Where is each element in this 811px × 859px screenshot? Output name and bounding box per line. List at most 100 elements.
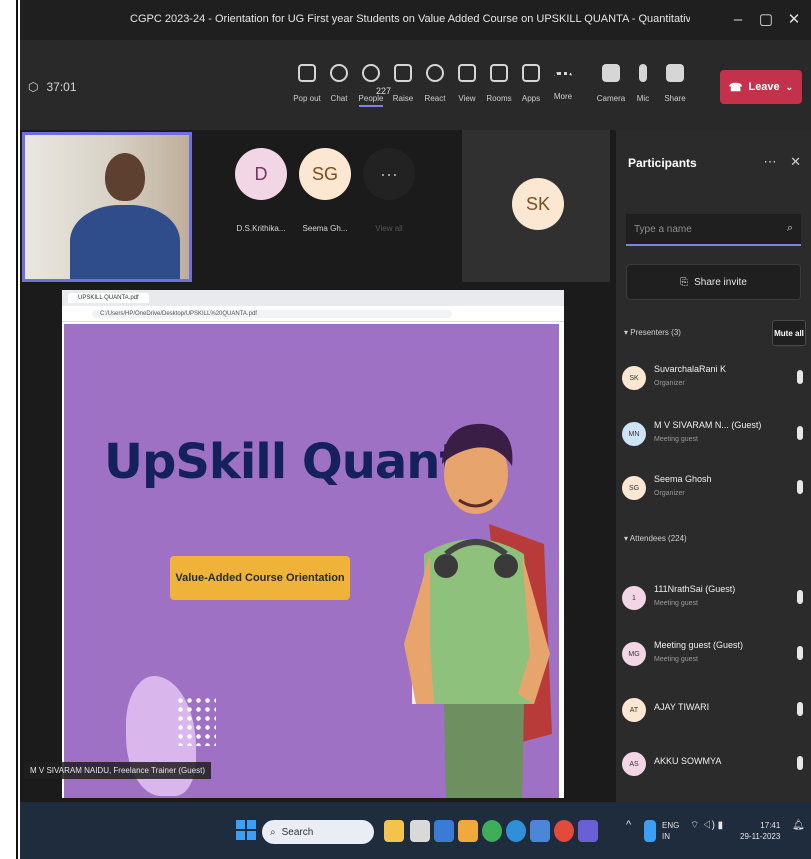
teams-icon[interactable] bbox=[578, 820, 598, 842]
search-icon: ⌕ bbox=[786, 222, 793, 234]
folder-icon[interactable] bbox=[458, 820, 478, 842]
apps-button[interactable]: Apps bbox=[514, 64, 548, 106]
share-invite-label: Share invite bbox=[694, 276, 747, 288]
avatar-initials: SK bbox=[525, 193, 550, 214]
tray-chevron-icon[interactable]: ^ bbox=[626, 820, 631, 831]
chat-icon bbox=[330, 64, 348, 82]
participants-panel: Participants ⋯ ✕ Type a name ⌕ ⎘ Share i… bbox=[616, 130, 811, 802]
avatar-initials: AT bbox=[629, 706, 639, 714]
task-view-icon[interactable] bbox=[410, 820, 430, 842]
chat-button[interactable]: Chat bbox=[322, 64, 356, 106]
mute-all-button[interactable]: Mute all bbox=[772, 320, 806, 346]
view-button[interactable]: View bbox=[450, 64, 484, 106]
teams-meeting-window: CGPC 2023-24 - Orientation for UG First … bbox=[20, 0, 811, 859]
maximize-button[interactable]: ▢ bbox=[754, 8, 778, 32]
participant-row[interactable]: AT AJAY TIWARI bbox=[622, 690, 807, 734]
widgets-icon[interactable] bbox=[384, 820, 404, 842]
apps-icon bbox=[522, 64, 540, 82]
avatar: SG bbox=[299, 148, 351, 200]
clock[interactable]: 17:41 29-11-2023 bbox=[740, 820, 780, 842]
close-icon[interactable]: ✕ bbox=[790, 154, 801, 169]
participant-row[interactable]: AS AKKU SOWMYA bbox=[622, 744, 807, 788]
network-volume-icons[interactable]: ⌔ ◁) ▮ bbox=[690, 820, 723, 831]
avatar: MG bbox=[622, 642, 646, 666]
browser-tab-bar: UPSKILL QUANTA.pdf bbox=[62, 290, 564, 306]
participant-search-input[interactable]: Type a name ⌕ bbox=[626, 214, 801, 246]
left-margin bbox=[0, 0, 20, 859]
more-button[interactable]: More bbox=[546, 64, 580, 104]
leave-button[interactable]: ☎ Leave ⌄ bbox=[720, 70, 802, 104]
avatar-initials: 1 bbox=[632, 594, 636, 602]
share-label: Share bbox=[664, 94, 686, 103]
chrome-icon[interactable] bbox=[482, 820, 502, 842]
mic-off-icon bbox=[797, 756, 803, 770]
camera-button[interactable]: Camera bbox=[594, 64, 628, 106]
app-icon[interactable] bbox=[554, 820, 574, 842]
attendees-header[interactable]: ▾ Attendees (224) bbox=[624, 534, 687, 543]
avatar-initials: D bbox=[254, 163, 268, 184]
browser-address-bar: C:/Users/HP/OneDrive/Desktop/UPSKILL%20Q… bbox=[62, 306, 564, 322]
participant-row[interactable]: MN M V SIVARAM N... (Guest) Meeting gues… bbox=[622, 414, 807, 458]
search-icon: ⌕ bbox=[270, 826, 276, 838]
avatar: MN bbox=[622, 422, 646, 446]
avatar-initials: SG bbox=[311, 163, 338, 184]
store-icon[interactable] bbox=[530, 820, 550, 842]
search-placeholder: Type a name bbox=[634, 224, 692, 235]
participant-tile-sk[interactable]: SK bbox=[462, 130, 610, 282]
avatar: SG bbox=[622, 476, 646, 500]
smiley-icon bbox=[426, 64, 444, 82]
camera-label: Camera bbox=[596, 94, 626, 103]
avatar-initials: SK bbox=[629, 374, 639, 382]
leave-label: Leave bbox=[748, 81, 780, 93]
mic-icon bbox=[797, 426, 803, 440]
share-button[interactable]: Share bbox=[658, 64, 692, 106]
share-screen-icon bbox=[666, 64, 684, 82]
minimize-button[interactable]: – bbox=[726, 8, 750, 32]
participant-row[interactable]: SG Seema Ghosh Organizer bbox=[622, 468, 807, 512]
rooms-button[interactable]: Rooms bbox=[482, 64, 516, 106]
window-title: CGPC 2023-24 - Orientation for UG First … bbox=[130, 13, 690, 25]
panel-controls: ⋯ ✕ bbox=[763, 154, 801, 170]
taskbar-search[interactable]: ⌕ Search bbox=[262, 820, 374, 844]
view-label: View bbox=[458, 94, 476, 103]
popout-label: Pop out bbox=[293, 94, 321, 103]
mic-button[interactable]: Mic bbox=[626, 64, 660, 106]
clock-time: 17:41 bbox=[760, 821, 781, 830]
avatar: 1 bbox=[622, 586, 646, 610]
notification-icon[interactable]: 🔔︎ bbox=[792, 820, 805, 831]
avatar: ··· bbox=[363, 148, 415, 200]
avatar-initials: SG bbox=[628, 484, 640, 492]
participant-role: Meeting guest bbox=[654, 436, 698, 443]
close-button[interactable]: ✕ bbox=[782, 8, 806, 32]
participant-row[interactable]: SK SuvarchalaRani K Organizer bbox=[622, 358, 807, 402]
chevron-down-icon: ⌄ bbox=[785, 81, 794, 92]
participant-role: Meeting guest bbox=[654, 656, 698, 663]
participant-row[interactable]: MG Meeting guest (Guest) Meeting guest bbox=[622, 634, 807, 678]
participant-tile[interactable]: SG Seema Gh... bbox=[296, 148, 354, 233]
language-indicator[interactable]: ENG IN bbox=[662, 820, 679, 842]
people-button[interactable]: 227 People bbox=[354, 64, 391, 107]
more-label: More bbox=[553, 92, 573, 101]
participant-row[interactable]: 1 111NrathSai (Guest) Meeting guest bbox=[622, 578, 807, 622]
windows-start-icon[interactable] bbox=[236, 820, 256, 840]
presenters-header[interactable]: ▾ Presenters (3) bbox=[624, 328, 681, 337]
share-invite-button[interactable]: ⎘ Share invite bbox=[626, 264, 801, 300]
participant-tile[interactable]: D D.S.Krithika... bbox=[232, 148, 290, 233]
edge-icon[interactable] bbox=[506, 820, 526, 842]
popout-icon bbox=[298, 64, 316, 82]
tray-app-icon[interactable] bbox=[644, 820, 656, 842]
mic-off-icon bbox=[797, 480, 803, 494]
video-tile-self[interactable] bbox=[22, 132, 192, 282]
view-all-tile[interactable]: ··· View all bbox=[360, 148, 418, 233]
region-label: IN bbox=[662, 832, 670, 841]
phone-icon: ☎ bbox=[728, 81, 743, 94]
file-explorer-icon[interactable] bbox=[434, 820, 454, 842]
popout-button[interactable]: Pop out bbox=[290, 64, 324, 106]
popout-panel-icon[interactable]: ⋯ bbox=[763, 154, 776, 169]
react-button[interactable]: React bbox=[418, 64, 452, 106]
shield-icon: ⬡ bbox=[28, 80, 39, 94]
participant-name: AKKU SOWMYA bbox=[654, 756, 722, 766]
clock-date: 29-11-2023 bbox=[740, 832, 781, 841]
grid-icon bbox=[458, 64, 476, 82]
raise-hand-button[interactable]: Raise bbox=[386, 64, 420, 106]
